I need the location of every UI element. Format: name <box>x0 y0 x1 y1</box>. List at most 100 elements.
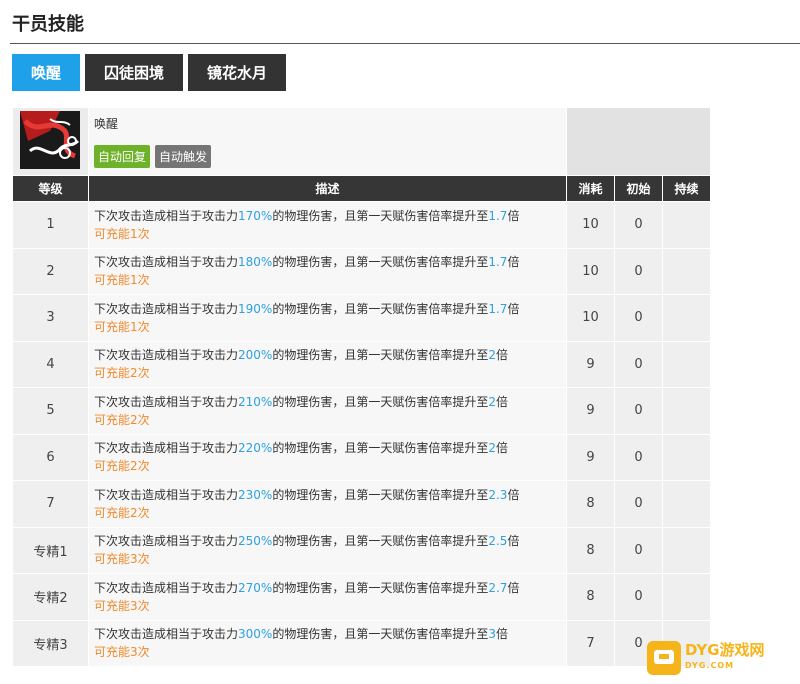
charges: 可充能2次 <box>94 366 150 381</box>
multiplier: 2.3 <box>488 487 508 502</box>
skill-tabs: 唤醒 囚徒困境 镜花水月 <box>12 54 286 91</box>
level-cell: 4 <box>12 340 89 388</box>
charges: 可充能1次 <box>94 273 150 288</box>
charges: 可充能1次 <box>94 226 150 241</box>
atk-percent: 200% <box>238 348 273 363</box>
cost-cell: 9 <box>566 433 615 481</box>
charges: 可充能3次 <box>94 552 150 567</box>
skill-table: 唤醒 自动回复 自动触发 等级 描述 消耗 初始 持续 1 下次攻击造成相当于攻击… <box>12 107 712 667</box>
multiplier: 2 <box>488 394 496 409</box>
desc-suffix: 倍 <box>495 627 508 642</box>
tab-skill-1[interactable]: 唤醒 <box>12 54 80 91</box>
desc-suffix: 倍 <box>507 255 520 270</box>
atk-percent: 300% <box>238 627 273 642</box>
desc-prefix: 下次攻击造成相当于攻击力 <box>94 441 239 456</box>
table-row: 5 下次攻击造成相当于攻击力210%的物理伤害，且第一天赋伤害倍率提升至2倍 可充能… <box>12 387 712 435</box>
charges: 可充能1次 <box>94 319 150 334</box>
multiplier: 2.7 <box>488 580 508 595</box>
desc-middle: 的物理伤害，且第一天赋伤害倍率提升至 <box>272 534 489 549</box>
level-cell: 专精2 <box>12 573 89 621</box>
cost-cell: 7 <box>566 619 615 667</box>
skill-icon-cell <box>12 107 89 176</box>
description-cell: 下次攻击造成相当于攻击力210%的物理伤害，且第一天赋伤害倍率提升至2倍 可充能2… <box>88 387 567 435</box>
desc-prefix: 下次攻击造成相当于攻击力 <box>94 301 239 316</box>
duration-cell <box>661 340 712 388</box>
desc-prefix: 下次攻击造成相当于攻击力 <box>94 208 239 223</box>
initial-cell: 0 <box>614 294 663 342</box>
desc-suffix: 倍 <box>507 487 520 502</box>
cost-cell: 8 <box>566 480 615 528</box>
duration-cell <box>661 573 712 621</box>
level-cell: 专精1 <box>12 526 89 574</box>
col-cost: 消耗 <box>566 175 615 202</box>
multiplier: 1.7 <box>488 208 508 223</box>
charges: 可充能3次 <box>94 598 150 613</box>
charges: 可充能2次 <box>94 412 150 427</box>
multiplier: 1.7 <box>488 301 508 316</box>
charges: 可充能2次 <box>94 505 150 520</box>
initial-cell: 0 <box>614 480 663 528</box>
desc-suffix: 倍 <box>495 348 508 363</box>
desc-middle: 的物理伤害，且第一天赋伤害倍率提升至 <box>272 441 489 456</box>
atk-percent: 270% <box>238 580 273 595</box>
desc-prefix: 下次攻击造成相当于攻击力 <box>94 487 239 502</box>
col-duration: 持续 <box>661 175 712 202</box>
cost-cell: 8 <box>566 526 615 574</box>
initial-cell: 0 <box>614 247 663 295</box>
initial-cell: 0 <box>614 201 663 249</box>
multiplier: 2 <box>488 348 496 363</box>
level-cell: 2 <box>12 247 89 295</box>
duration-cell <box>661 201 712 249</box>
skill-info-cell: 唤醒 自动回复 自动触发 <box>88 107 567 176</box>
multiplier: 1.7 <box>488 255 508 270</box>
table-row: 6 下次攻击造成相当于攻击力220%的物理伤害，且第一天赋伤害倍率提升至2倍 可充能… <box>12 433 712 481</box>
header-blank-cell <box>565 107 712 176</box>
description-cell: 下次攻击造成相当于攻击力250%的物理伤害，且第一天赋伤害倍率提升至2.5倍 可充… <box>88 526 567 574</box>
cost-cell: 8 <box>566 573 615 621</box>
duration-cell <box>661 526 712 574</box>
desc-suffix: 倍 <box>507 534 520 549</box>
cost-cell: 10 <box>566 294 615 342</box>
gamepad-icon <box>647 641 681 675</box>
duration-cell <box>661 294 712 342</box>
title-divider <box>10 43 800 44</box>
table-row: 3 下次攻击造成相当于攻击力190%的物理伤害，且第一天赋伤害倍率提升至1.7倍可… <box>12 294 712 342</box>
skill-name: 唤醒 <box>94 117 119 131</box>
atk-percent: 210% <box>238 394 273 409</box>
desc-middle: 的物理伤害，且第一天赋伤害倍率提升至 <box>272 394 489 409</box>
table-row: 专精1 下次攻击造成相当于攻击力250%的物理伤害，且第一天赋伤害倍率提升至2.5… <box>12 526 712 574</box>
cost-cell: 10 <box>566 201 615 249</box>
description-cell: 下次攻击造成相当于攻击力220%的物理伤害，且第一天赋伤害倍率提升至2倍 可充能2… <box>88 433 567 481</box>
watermark-text: DYG游戏网 <box>685 641 765 659</box>
level-cell: 专精3 <box>12 619 89 667</box>
atk-percent: 230% <box>238 487 273 502</box>
table-row: 7 下次攻击造成相当于攻击力230%的物理伤害，且第一天赋伤害倍率提升至2.3倍可… <box>12 480 712 528</box>
cost-cell: 9 <box>566 387 615 435</box>
initial-cell: 0 <box>614 387 663 435</box>
desc-suffix: 倍 <box>507 208 520 223</box>
desc-suffix: 倍 <box>507 580 520 595</box>
initial-cell: 0 <box>614 526 663 574</box>
description-cell: 下次攻击造成相当于攻击力200%的物理伤害，且第一天赋伤害倍率提升至2倍可充能2… <box>88 340 567 388</box>
desc-prefix: 下次攻击造成相当于攻击力 <box>94 394 239 409</box>
desc-middle: 的物理伤害，且第一天赋伤害倍率提升至 <box>272 487 489 502</box>
multiplier: 2 <box>488 441 496 456</box>
tab-skill-2[interactable]: 囚徒困境 <box>85 54 183 91</box>
description-cell: 下次攻击造成相当于攻击力270%的物理伤害，且第一天赋伤害倍率提升至2.7倍 可充… <box>88 573 567 621</box>
column-header-row: 等级 描述 消耗 初始 持续 <box>12 175 712 202</box>
desc-middle: 的物理伤害，且第一天赋伤害倍率提升至 <box>272 301 489 316</box>
desc-prefix: 下次攻击造成相当于攻击力 <box>94 348 239 363</box>
multiplier: 3 <box>488 627 496 642</box>
col-level: 等级 <box>12 175 89 202</box>
desc-prefix: 下次攻击造成相当于攻击力 <box>94 255 239 270</box>
atk-percent: 180% <box>238 255 273 270</box>
description-cell: 下次攻击造成相当于攻击力230%的物理伤害，且第一天赋伤害倍率提升至2.3倍可充… <box>88 480 567 528</box>
tab-skill-3[interactable]: 镜花水月 <box>188 54 286 91</box>
cost-cell: 9 <box>566 340 615 388</box>
duration-cell <box>661 247 712 295</box>
desc-suffix: 倍 <box>507 301 520 316</box>
desc-middle: 的物理伤害，且第一天赋伤害倍率提升至 <box>272 208 489 223</box>
desc-middle: 的物理伤害，且第一天赋伤害倍率提升至 <box>272 348 489 363</box>
skill-art-icon <box>20 111 80 169</box>
desc-prefix: 下次攻击造成相当于攻击力 <box>94 627 239 642</box>
